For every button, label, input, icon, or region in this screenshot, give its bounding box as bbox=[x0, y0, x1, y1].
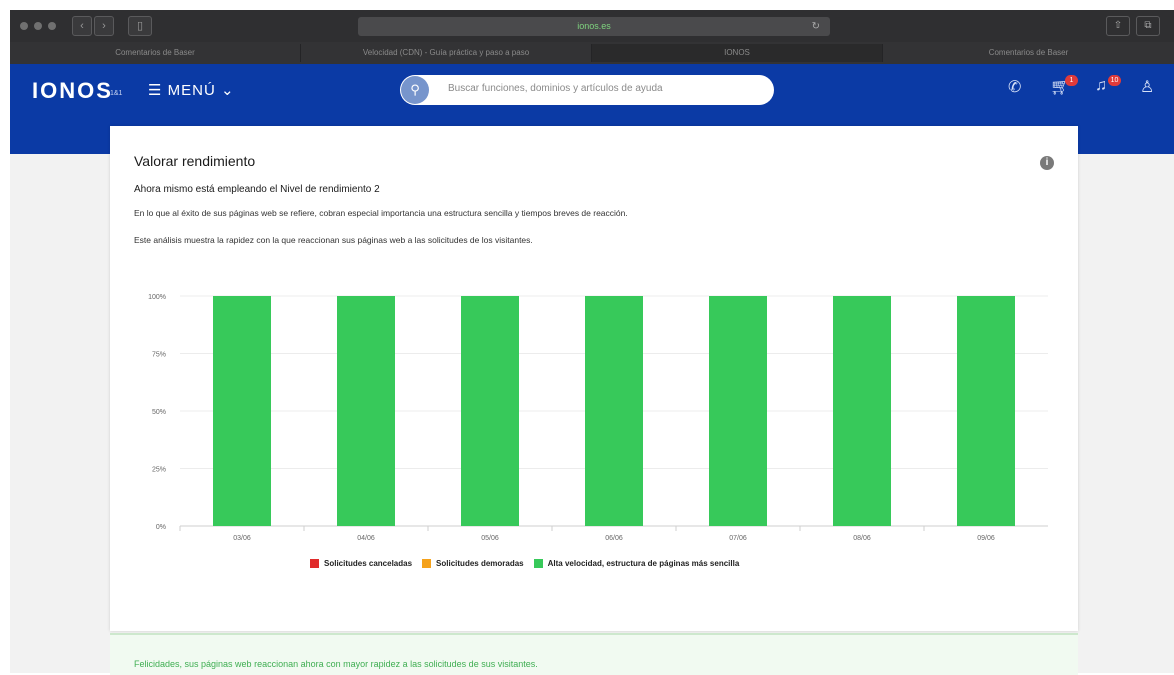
new-tab-icon[interactable]: ⧉ bbox=[1136, 16, 1160, 36]
forward-icon[interactable]: › bbox=[94, 16, 114, 36]
notifications-icon[interactable]: ♫ bbox=[1095, 77, 1107, 95]
y-tick-label: 100% bbox=[148, 294, 166, 301]
menu-hamburger-icon: ☰ bbox=[148, 82, 163, 99]
bar-08-06[interactable] bbox=[833, 296, 891, 526]
tab-label: Comentarios de Baser bbox=[988, 48, 1069, 57]
performance-chart: 0% 25% 50% 75% 100% 03/06 04/06 05/06 06/06 07/06… bbox=[148, 294, 1048, 542]
y-tick-label: 25% bbox=[152, 467, 166, 474]
x-tick-label: 09/06 bbox=[977, 535, 995, 542]
y-tick-label: 0% bbox=[156, 524, 166, 531]
tab-ionos[interactable]: IONOS bbox=[592, 44, 883, 62]
legend-item[interactable]: Alta velocidad, estructura de páginas má… bbox=[533, 559, 740, 569]
legend-label: Alta velocidad, estructura de páginas má… bbox=[547, 559, 740, 568]
legend-item[interactable]: Solicitudes canceladas bbox=[310, 559, 413, 569]
address-bar-url: ionos.es bbox=[577, 21, 611, 31]
success-banner: Felicidades, sus páginas web reaccionan … bbox=[110, 633, 1078, 675]
tab-comentarios-1[interactable]: Comentarios de Baser bbox=[10, 44, 301, 62]
bar-03-06[interactable] bbox=[213, 296, 271, 526]
user-icon[interactable]: ♙ bbox=[1140, 77, 1154, 97]
phone-icon[interactable]: ✆ bbox=[1008, 77, 1021, 97]
x-tick-label: 03/06 bbox=[233, 535, 251, 542]
reload-icon[interactable]: ↻ bbox=[812, 17, 820, 36]
cart-badge: 1 bbox=[1065, 75, 1078, 86]
sidebar-toggle-icon[interactable]: ▯ bbox=[128, 16, 152, 36]
y-tick-label: 75% bbox=[152, 352, 166, 359]
legend-swatch bbox=[422, 559, 432, 569]
bar-07-06[interactable] bbox=[709, 296, 767, 526]
close-window-icon[interactable] bbox=[20, 22, 28, 30]
success-message: Felicidades, sus páginas web reaccionan … bbox=[134, 659, 538, 669]
x-tick-label: 06/06 bbox=[605, 535, 623, 542]
bar-05-06[interactable] bbox=[461, 296, 519, 526]
search-icon[interactable]: ⚲ bbox=[401, 76, 429, 104]
search-input[interactable]: Buscar funciones, dominios y artículos d… bbox=[448, 83, 663, 94]
tab-velocidad[interactable]: Velocidad (CDN) - Guía práctica y paso a… bbox=[301, 44, 592, 62]
bar-09-06[interactable] bbox=[957, 296, 1015, 526]
logo-subtitle: 1&1 bbox=[110, 90, 123, 97]
menu-label: MENÚ bbox=[167, 82, 216, 99]
legend-label: Solicitudes demoradas bbox=[436, 559, 524, 568]
tab-comentarios-2[interactable]: Comentarios de Baser bbox=[883, 44, 1174, 62]
browser-titlebar: ‹ › ▯ ionos.es ↻ ⇧ ⧉ bbox=[10, 10, 1174, 42]
share-icon[interactable]: ⇧ bbox=[1106, 16, 1130, 36]
search-bar[interactable]: ⚲ Buscar funciones, dominios y artículos… bbox=[400, 75, 774, 105]
ionos-logo[interactable]: IONOS bbox=[32, 78, 113, 104]
x-tick-label: 05/06 bbox=[481, 535, 499, 542]
tab-label: Velocidad (CDN) - Guía práctica y paso a… bbox=[362, 48, 530, 57]
x-tick-label: 04/06 bbox=[357, 535, 375, 542]
bar-06-06[interactable] bbox=[585, 296, 643, 526]
menu-button[interactable]: ☰ MENÚ ⌄ bbox=[148, 81, 235, 99]
legend-swatch bbox=[533, 559, 543, 569]
legend-item[interactable]: Solicitudes demoradas bbox=[422, 559, 524, 569]
back-icon[interactable]: ‹ bbox=[72, 16, 92, 36]
tab-bar: Comentarios de Baser Velocidad (CDN) - G… bbox=[10, 42, 1174, 64]
y-tick-label: 50% bbox=[152, 409, 166, 416]
maximize-window-icon[interactable] bbox=[48, 22, 56, 30]
bar-04-06[interactable] bbox=[337, 296, 395, 526]
chevron-down-icon: ⌄ bbox=[220, 82, 235, 99]
chart-legend: Solicitudes canceladas Solicitudes demora… bbox=[310, 559, 749, 569]
x-tick-label: 08/06 bbox=[853, 535, 871, 542]
address-bar[interactable]: ionos.es ↻ bbox=[358, 17, 830, 36]
minimize-window-icon[interactable] bbox=[34, 22, 42, 30]
x-tick-label: 07/06 bbox=[729, 535, 747, 542]
legend-swatch bbox=[310, 559, 319, 569]
tab-label: Comentarios de Baser bbox=[115, 48, 195, 57]
browser-chrome: ‹ › ▯ ionos.es ↻ ⇧ ⧉ Comentarios de Base… bbox=[10, 10, 1174, 64]
notifications-badge: 10 bbox=[1108, 75, 1121, 86]
legend-label: Solicitudes canceladas bbox=[324, 559, 413, 568]
tab-label: IONOS bbox=[724, 48, 750, 57]
performance-card: Valorar rendimiento i Ahora mismo está e… bbox=[110, 126, 1078, 631]
